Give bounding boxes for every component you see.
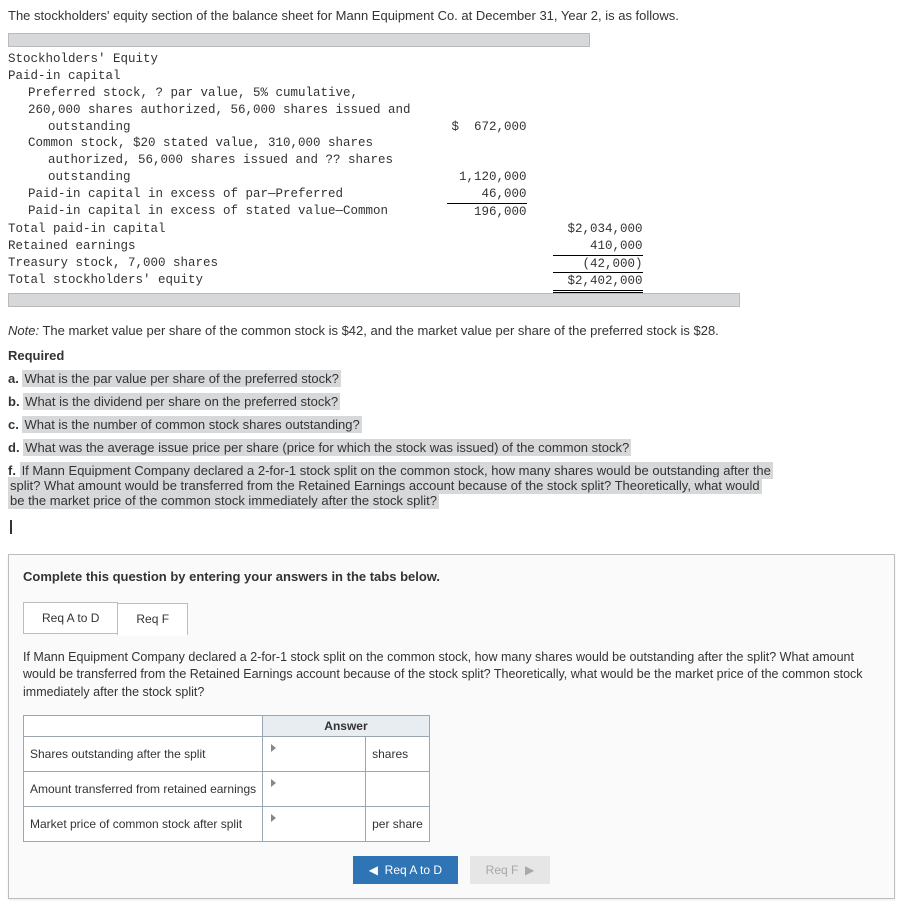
table-row: Amount transferred from retained earning… — [24, 772, 430, 807]
row3-label: Market price of common stock after split — [24, 807, 263, 842]
tab-req-f[interactable]: Req F — [117, 603, 188, 636]
dropdown-icon — [271, 744, 276, 752]
row1-label: Shares outstanding after the split — [24, 737, 263, 772]
dropdown-icon — [271, 814, 276, 822]
question-d: d. What was the average issue price per … — [8, 440, 895, 455]
q-f-prefix: f. — [8, 463, 20, 478]
shares-after-split-input[interactable] — [269, 754, 354, 768]
q-a-prefix: a. — [8, 371, 22, 386]
tabs: Req A to DReq F — [23, 602, 880, 635]
total-pic: Total paid-in capital — [8, 221, 417, 238]
answer-table: Answer Shares outstanding after the spli… — [23, 715, 430, 842]
se-heading: Stockholders' Equity — [8, 51, 417, 68]
paid-in-label: Paid-in capital — [8, 68, 417, 85]
com-amount: 1,120,000 — [417, 169, 533, 186]
decorative-bar — [8, 293, 740, 307]
re-amt: 410,000 — [533, 238, 649, 255]
next-button[interactable]: Req F ▶ — [470, 856, 551, 884]
com-line3: outstanding — [8, 169, 131, 186]
pic-excess-pref-amt: 46,000 — [417, 186, 533, 203]
q-f-text3: be the market price of the common stock … — [8, 492, 439, 509]
pic-excess-com-amt: 196,000 — [447, 203, 527, 221]
q-d-text: What was the average issue price per sha… — [23, 439, 631, 456]
answer-panel: Complete this question by entering your … — [8, 554, 895, 900]
total-se-amt: $2,402,000 — [553, 272, 643, 293]
treasury-amt: (42,000) — [553, 255, 643, 273]
question-b: b. What is the dividend per share on the… — [8, 394, 895, 409]
panel-question-text: If Mann Equipment Company declared a 2-f… — [23, 649, 880, 702]
pref-amount: $ 672,000 — [417, 119, 533, 136]
question-c: c. What is the number of common stock sh… — [8, 417, 895, 432]
row2-label: Amount transferred from retained earning… — [24, 772, 263, 807]
answer-header: Answer — [263, 716, 430, 737]
question-a: a. What is the par value per share of th… — [8, 371, 895, 386]
pref-line2: 260,000 shares authorized, 56,000 shares… — [8, 102, 411, 119]
prev-button[interactable]: ◀ Req A to D — [353, 856, 458, 884]
table-row: Market price of common stock after split… — [24, 807, 430, 842]
pref-line1: Preferred stock, ? par value, 5% cumulat… — [8, 85, 358, 102]
nav-buttons: ◀ Req A to D Req F ▶ — [23, 856, 880, 884]
treasury-label: Treasury stock, 7,000 shares — [8, 255, 417, 273]
equity-table: Stockholders' Equity Paid-in capital Pre… — [8, 51, 649, 293]
q-b-prefix: b. — [8, 394, 23, 409]
q-c-text: What is the number of common stock share… — [22, 416, 361, 433]
equity-section: Stockholders' Equity Paid-in capital Pre… — [8, 33, 895, 307]
total-se: Total stockholders' equity — [8, 272, 417, 293]
decorative-bar — [8, 33, 590, 47]
com-line1: Common stock, $20 stated value, 310,000 … — [8, 135, 373, 152]
com-line2: authorized, 56,000 shares issued and ?? … — [8, 152, 393, 169]
note-text: The market value per share of the common… — [39, 323, 719, 338]
tab-req-a-to-d[interactable]: Req A to D — [23, 602, 118, 634]
row1-unit: shares — [366, 737, 430, 772]
answer-instructions: Complete this question by entering your … — [23, 569, 880, 584]
next-button-label: Req F — [486, 863, 519, 877]
note-prefix: Note: — [8, 323, 39, 338]
q-d-prefix: d. — [8, 440, 23, 455]
dropdown-icon — [271, 779, 276, 787]
note-line: Note: The market value per share of the … — [8, 323, 895, 338]
market-price-input[interactable] — [269, 824, 354, 838]
question-f: f. If Mann Equipment Company declared a … — [8, 463, 895, 508]
pref-line3: outstanding — [8, 119, 131, 136]
q-b-text: What is the dividend per share on the pr… — [23, 393, 340, 410]
row3-unit: per share — [366, 807, 430, 842]
pic-excess-com: Paid-in capital in excess of stated valu… — [8, 203, 388, 220]
intro-text: The stockholders' equity section of the … — [8, 8, 895, 23]
q-a-text: What is the par value per share of the p… — [22, 370, 340, 387]
table-row: Shares outstanding after the split share… — [24, 737, 430, 772]
prev-button-label: Req A to D — [385, 863, 442, 877]
pic-excess-pref: Paid-in capital in excess of par—Preferr… — [8, 186, 343, 203]
required-heading: Required — [8, 348, 895, 363]
re-label: Retained earnings — [8, 238, 417, 255]
q-c-prefix: c. — [8, 417, 22, 432]
total-pic-amt: $2,034,000 — [533, 221, 649, 238]
text-cursor-icon — [10, 520, 12, 534]
amount-transferred-input[interactable] — [269, 789, 354, 803]
